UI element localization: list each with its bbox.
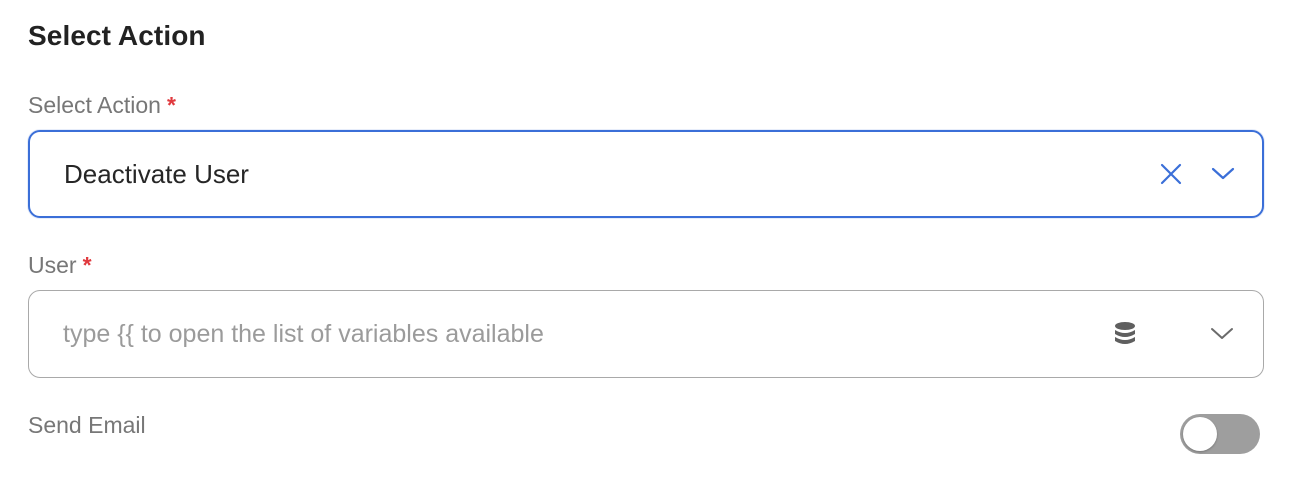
select-action-dropdown[interactable]: Deactivate User (28, 130, 1264, 218)
user-input[interactable]: type {{ to open the list of variables av… (28, 290, 1264, 378)
chevron-down-icon[interactable] (1209, 326, 1235, 342)
select-action-value: Deactivate User (64, 158, 249, 189)
required-mark: * (166, 92, 176, 118)
select-action-label-text: Select Action (28, 92, 161, 118)
send-email-toggle[interactable] (1180, 414, 1260, 454)
user-input-placeholder: type {{ to open the list of variables av… (63, 319, 544, 348)
user-label: User * (28, 252, 92, 279)
chevron-down-icon[interactable] (1210, 166, 1236, 182)
section-title: Select Action (28, 20, 206, 51)
action-form: Select Action Select Action * Deactivate … (0, 0, 1290, 478)
toggle-knob (1183, 417, 1217, 451)
required-mark: * (82, 252, 92, 278)
user-label-text: User (28, 252, 77, 278)
database-icon[interactable] (1113, 321, 1137, 347)
select-action-label: Select Action * (28, 92, 176, 119)
close-icon[interactable] (1158, 161, 1184, 187)
send-email-label: Send Email (28, 412, 146, 438)
